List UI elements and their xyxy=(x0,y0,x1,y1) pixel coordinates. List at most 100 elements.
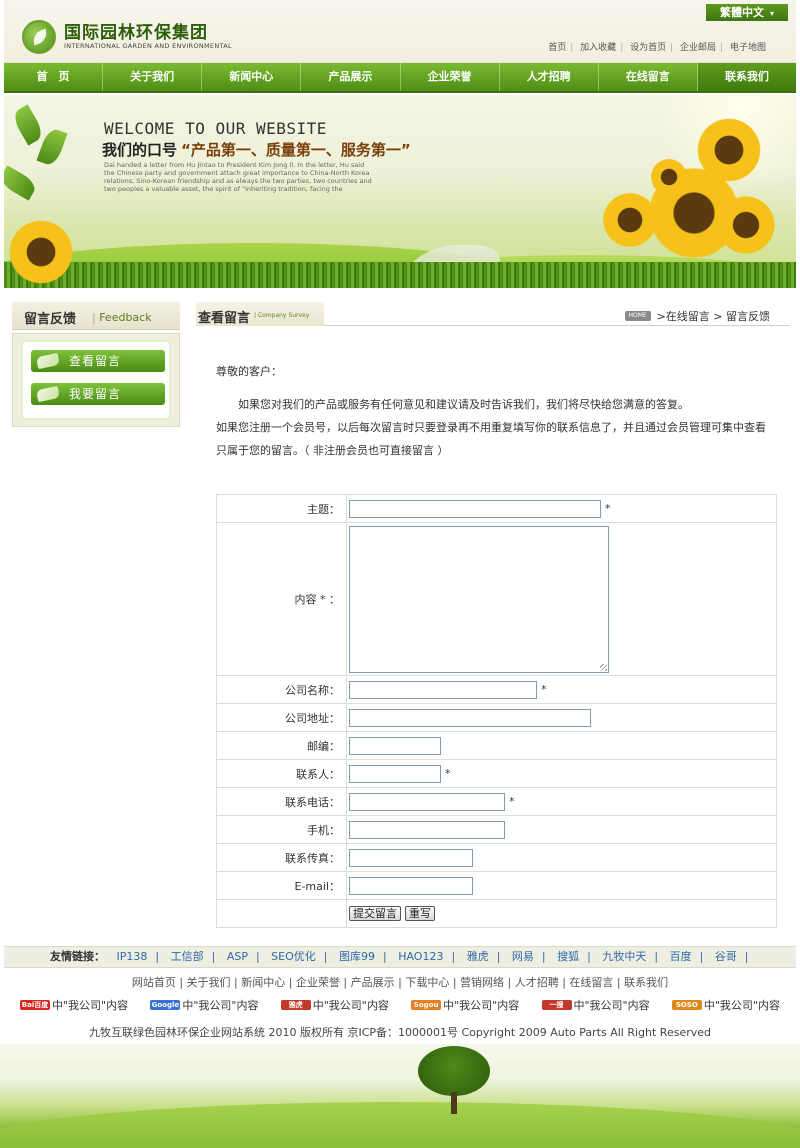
sunflower-icon xyxy=(649,157,689,197)
form-row-actions: 提交留言 重写 xyxy=(216,899,777,928)
sunflower-icon xyxy=(694,115,764,185)
required-mark: * xyxy=(541,682,547,696)
yahoo-logo-icon: 雅虎 xyxy=(280,1000,311,1010)
subject-label: 主题： xyxy=(216,494,347,523)
engine-baidu[interactable]: Bai百度 中"我公司"内容 xyxy=(20,997,128,1013)
engine-yahoo[interactable]: 雅虎 中"我公司"内容 xyxy=(280,997,389,1013)
form-row-zip: 邮编： xyxy=(216,731,777,760)
breadcrumb-text[interactable]: >在线留言 > 留言反馈 xyxy=(657,308,770,324)
content-header: 查看留言 | Company Survey HOME >在线留言 > 留言反馈 xyxy=(196,302,790,326)
sidebar-menu: 查看留言 我要留言 xyxy=(12,333,180,427)
contact-label: 联系人： xyxy=(216,759,347,788)
nav-products[interactable]: 产品展示 xyxy=(301,63,401,91)
friend-link[interactable]: 网易 xyxy=(512,950,534,963)
required-mark: * xyxy=(605,501,611,515)
subject-input[interactable] xyxy=(349,499,601,518)
soso-logo-icon: SOSO xyxy=(671,1000,702,1010)
contact-input[interactable] xyxy=(349,764,441,783)
friend-links-bar: 友情链接： IP138 | 工信部 | ASP | SEO优化 | 图库99 | HAO1… xyxy=(4,946,796,968)
form-row-content: 内容 * ： xyxy=(216,522,777,676)
mobile-input[interactable] xyxy=(349,820,505,839)
home-icon[interactable]: HOME xyxy=(624,311,651,321)
leaf-icon xyxy=(36,126,68,168)
zip-input[interactable] xyxy=(349,736,441,755)
leave-message-button[interactable]: 我要留言 xyxy=(31,383,165,405)
view-messages-button[interactable]: 查看留言 xyxy=(31,350,165,372)
friend-link[interactable]: 图库99 xyxy=(339,950,375,963)
footer-links[interactable]: 网站首页 | 关于我们 | 新闻中心 | 企业荣誉 | 产品展示 | 下载中心 … xyxy=(0,974,800,990)
leaf-bullet-icon xyxy=(35,352,61,370)
tree-trunk xyxy=(451,1092,457,1114)
engine-text: 中"我公司"内容 xyxy=(182,999,259,1012)
friend-link[interactable]: 雅虎 xyxy=(467,950,489,963)
footer-landscape xyxy=(0,1044,800,1148)
intro-paragraph-1: 如果您对我们的产品或服务有任何意见和建议请及时告诉我们，我们将尽快给您满意的答复… xyxy=(238,398,689,411)
logo-name-cn: 国际园林环保集团 xyxy=(64,23,208,43)
top-link-mail[interactable]: 企业邮局 xyxy=(680,43,716,53)
google-logo-icon: Google xyxy=(150,1000,181,1010)
copyright: 九牧互联绿色园林环保企业网站系统 2010 版权所有 京ICP备：1000001… xyxy=(88,1026,712,1039)
sunflower-icon xyxy=(714,193,778,257)
required-mark: * xyxy=(509,794,515,808)
top-link-sethome[interactable]: 设为首页 xyxy=(630,43,666,53)
content-tag: | Company Survey xyxy=(254,312,310,319)
phone-label: 联系电话： xyxy=(216,787,347,816)
company-input[interactable] xyxy=(349,680,537,699)
logo-name-en: INTERNATIONAL GARDEN AND ENVIRONMENTAL xyxy=(64,42,232,50)
nav-contact[interactable]: 联系我们 xyxy=(697,63,796,91)
reset-button[interactable]: 重写 xyxy=(405,906,435,921)
engine-text: 中"我公司"内容 xyxy=(573,999,650,1012)
nav-jobs[interactable]: 人才招聘 xyxy=(500,63,599,91)
slogan-prefix: 我们的口号 xyxy=(102,141,178,159)
nav-about[interactable]: 关于我们 xyxy=(103,63,203,91)
tree-icon xyxy=(418,1046,490,1096)
engine-google[interactable]: Google 中"我公司"内容 xyxy=(150,997,259,1013)
engine-sogou[interactable]: Sogou 中"我公司"内容 xyxy=(411,997,519,1013)
main-nav: 首 页 关于我们 新闻中心 产品展示 企业荣誉 人才招聘 在线留言 联系我们 xyxy=(4,63,796,93)
friend-link[interactable]: 百度 xyxy=(670,950,692,963)
logo[interactable]: 国际园林环保集团 INTERNATIONAL GARDEN AND ENVIRO… xyxy=(22,20,232,54)
phone-input[interactable] xyxy=(349,792,505,811)
company-label: 公司名称： xyxy=(216,675,347,704)
address-input[interactable] xyxy=(349,708,591,727)
view-messages-label: 查看留言 xyxy=(69,354,122,368)
email-input[interactable] xyxy=(349,876,473,895)
friend-link[interactable]: 谷哥 xyxy=(715,950,737,963)
nav-honors[interactable]: 企业荣誉 xyxy=(401,63,500,91)
top-link-map[interactable]: 电子地图 xyxy=(730,43,766,53)
message-form: 主题： * 内容 * ： 公司名称： * 公司地址： 邮编： 联系人： * 联系… xyxy=(216,494,777,928)
nav-home[interactable]: 首 页 xyxy=(4,63,104,91)
fax-input[interactable] xyxy=(349,848,473,867)
banner-slogan: 我们的口号 “产品第一、质量第一、服务第一” xyxy=(102,139,411,160)
friend-link[interactable]: IP138 xyxy=(117,950,148,963)
friend-link[interactable]: SEO优化 xyxy=(271,950,316,963)
friend-link[interactable]: ASP xyxy=(227,950,248,963)
banner-paragraph: Dai handed a letter from Hu Jintao to Pr… xyxy=(104,161,372,193)
friend-link[interactable]: 工信部 xyxy=(171,950,204,963)
content-textarea[interactable] xyxy=(349,525,609,673)
top-link-favorite[interactable]: 加入收藏 xyxy=(580,43,616,53)
fax-label: 联系传真： xyxy=(216,843,347,872)
submit-button[interactable]: 提交留言 xyxy=(349,906,401,921)
top-links: 首页 | 加入收藏 | 设为首页 | 企业邮局 | 电子地图 xyxy=(548,43,766,53)
top-link-home[interactable]: 首页 xyxy=(548,43,566,53)
nav-guestbook[interactable]: 在线留言 xyxy=(599,63,698,91)
sidebar-subtitle: Feedback xyxy=(92,311,151,324)
site-header: 国际园林环保集团 INTERNATIONAL GARDEN AND ENVIRO… xyxy=(4,0,796,63)
leaf-logo-icon xyxy=(22,20,56,54)
engine-text: 中"我公司"内容 xyxy=(52,999,129,1012)
form-row-contact: 联系人： * xyxy=(216,759,777,788)
engine-soso[interactable]: SOSO 中"我公司"内容 xyxy=(671,997,780,1013)
form-row-email: E-mail： xyxy=(216,871,777,900)
sidebar-title: 留言反馈 xyxy=(24,312,77,327)
engine-yisou[interactable]: 一搜 中"我公司"内容 xyxy=(541,997,650,1013)
engine-text: 中"我公司"内容 xyxy=(703,999,780,1012)
language-button[interactable]: 繁體中文 xyxy=(706,4,788,21)
friend-link[interactable]: HAO123 xyxy=(398,950,443,963)
mobile-label: 手机： xyxy=(216,815,347,844)
friend-link[interactable]: 九牧中天 xyxy=(602,950,646,963)
friend-link[interactable]: 搜狐 xyxy=(557,950,579,963)
nav-news[interactable]: 新闻中心 xyxy=(202,63,302,91)
required-mark: * xyxy=(445,766,451,780)
form-row-address: 公司地址： xyxy=(216,703,777,732)
